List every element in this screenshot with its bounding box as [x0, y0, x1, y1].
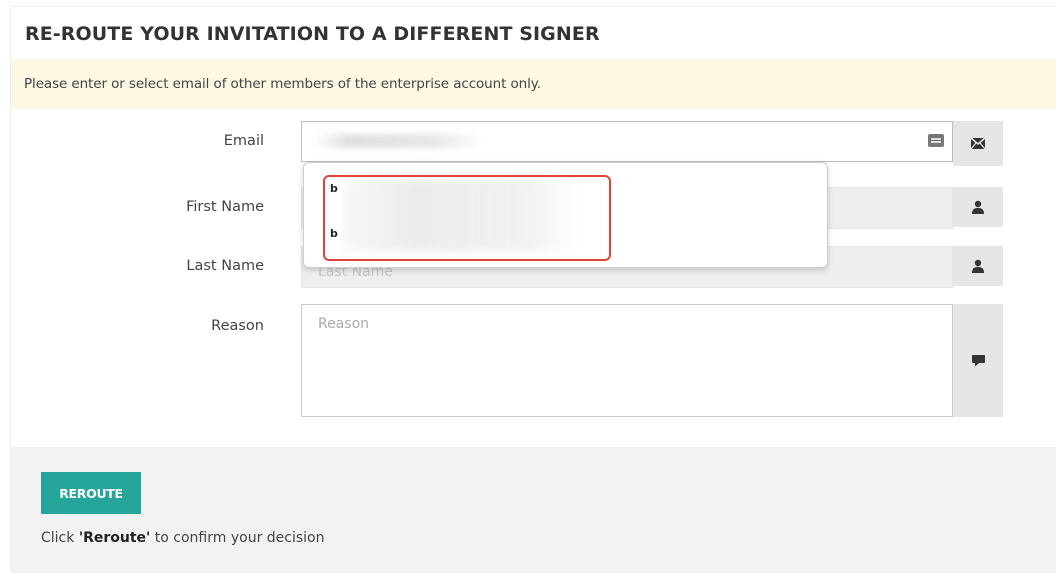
confirm-hint: Click 'Reroute' to confirm your decision: [41, 530, 325, 546]
user-icon: [953, 246, 1003, 286]
last-name-label: Last Name: [186, 258, 264, 274]
highlight-annotation: [323, 175, 611, 261]
reroute-button[interactable]: REROUTE: [41, 472, 141, 514]
email-value-redacted: [314, 134, 484, 148]
first-name-label: First Name: [186, 199, 264, 215]
notice-text: Please enter or select email of other me…: [24, 76, 541, 92]
hint-prefix: Click: [41, 530, 79, 546]
autofill-card-icon[interactable]: [928, 134, 944, 147]
hint-suffix: to confirm your decision: [150, 530, 325, 546]
reason-textarea[interactable]: Reason: [301, 304, 953, 417]
hint-strong: 'Reroute': [78, 530, 151, 546]
user-icon: [953, 187, 1003, 227]
reason-placeholder: Reason: [318, 316, 370, 332]
page-title: RE-ROUTE YOUR INVITATION TO A DIFFERENT …: [25, 23, 600, 45]
email-label: Email: [223, 133, 264, 149]
reason-label: Reason: [211, 318, 264, 334]
reroute-panel: RE-ROUTE YOUR INVITATION TO A DIFFERENT …: [10, 6, 1056, 573]
comment-icon: [953, 304, 1003, 417]
email-input[interactable]: [301, 121, 953, 162]
footer-bar: REROUTE Click 'Reroute' to confirm your …: [11, 447, 1056, 573]
envelope-icon: [953, 121, 1003, 166]
notice-banner: Please enter or select email of other me…: [11, 59, 1056, 109]
